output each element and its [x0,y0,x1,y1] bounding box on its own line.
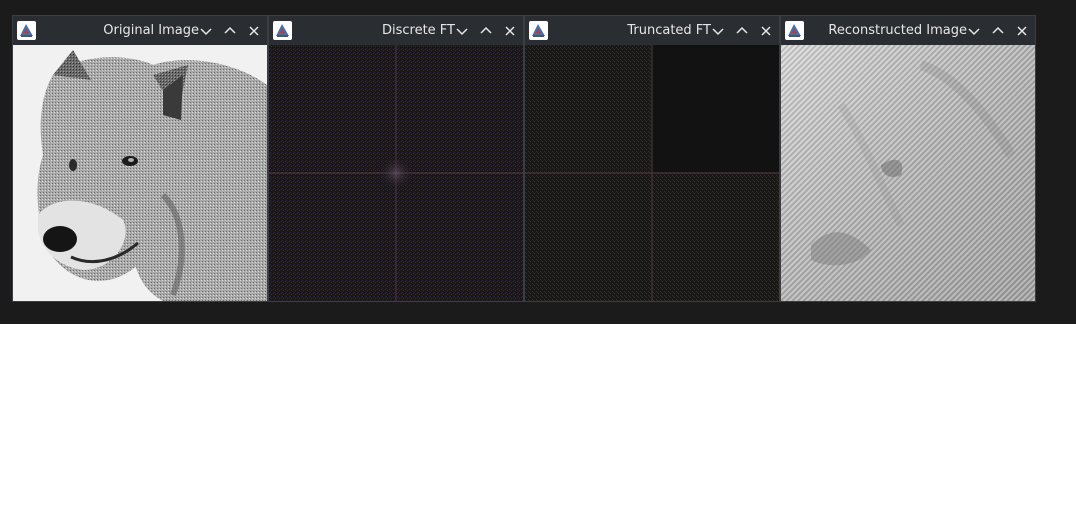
desktop: Original Image Discrete FT Truncated FT … [0,0,1076,324]
chevron-up-icon[interactable] [732,21,752,41]
close-icon[interactable] [500,21,520,41]
chevron-down-icon[interactable] [196,21,216,41]
window-title: Truncated FT [627,23,711,38]
java-app-icon [529,21,548,40]
discrete-ft-canvas [269,45,523,301]
close-icon[interactable] [244,21,264,41]
chevron-up-icon[interactable] [476,21,496,41]
chevron-down-icon[interactable] [964,21,984,41]
java-app-icon [17,21,36,40]
window-truncated-ft[interactable]: Truncated FT [524,15,780,302]
window-titlebar[interactable]: Truncated FT [525,16,779,45]
chevron-down-icon[interactable] [452,21,472,41]
chevron-up-icon[interactable] [988,21,1008,41]
window-titlebar[interactable]: Reconstructed Image [781,16,1035,45]
close-icon[interactable] [1012,21,1032,41]
window-reconstructed-image[interactable]: Reconstructed Image [780,15,1036,302]
java-app-icon [785,21,804,40]
reconstructed-image-canvas [781,45,1035,301]
window-titlebar[interactable]: Original Image [13,16,267,45]
chevron-up-icon[interactable] [220,21,240,41]
window-title: Reconstructed Image [828,23,967,38]
chevron-down-icon[interactable] [708,21,728,41]
truncated-ft-canvas [525,45,779,301]
window-discrete-ft[interactable]: Discrete FT [268,15,524,302]
window-original-image[interactable]: Original Image [12,15,268,302]
window-titlebar[interactable]: Discrete FT [269,16,523,45]
window-title: Original Image [103,23,199,38]
original-image-canvas [13,45,267,301]
java-app-icon [273,21,292,40]
window-title: Discrete FT [381,23,455,38]
close-icon[interactable] [756,21,776,41]
